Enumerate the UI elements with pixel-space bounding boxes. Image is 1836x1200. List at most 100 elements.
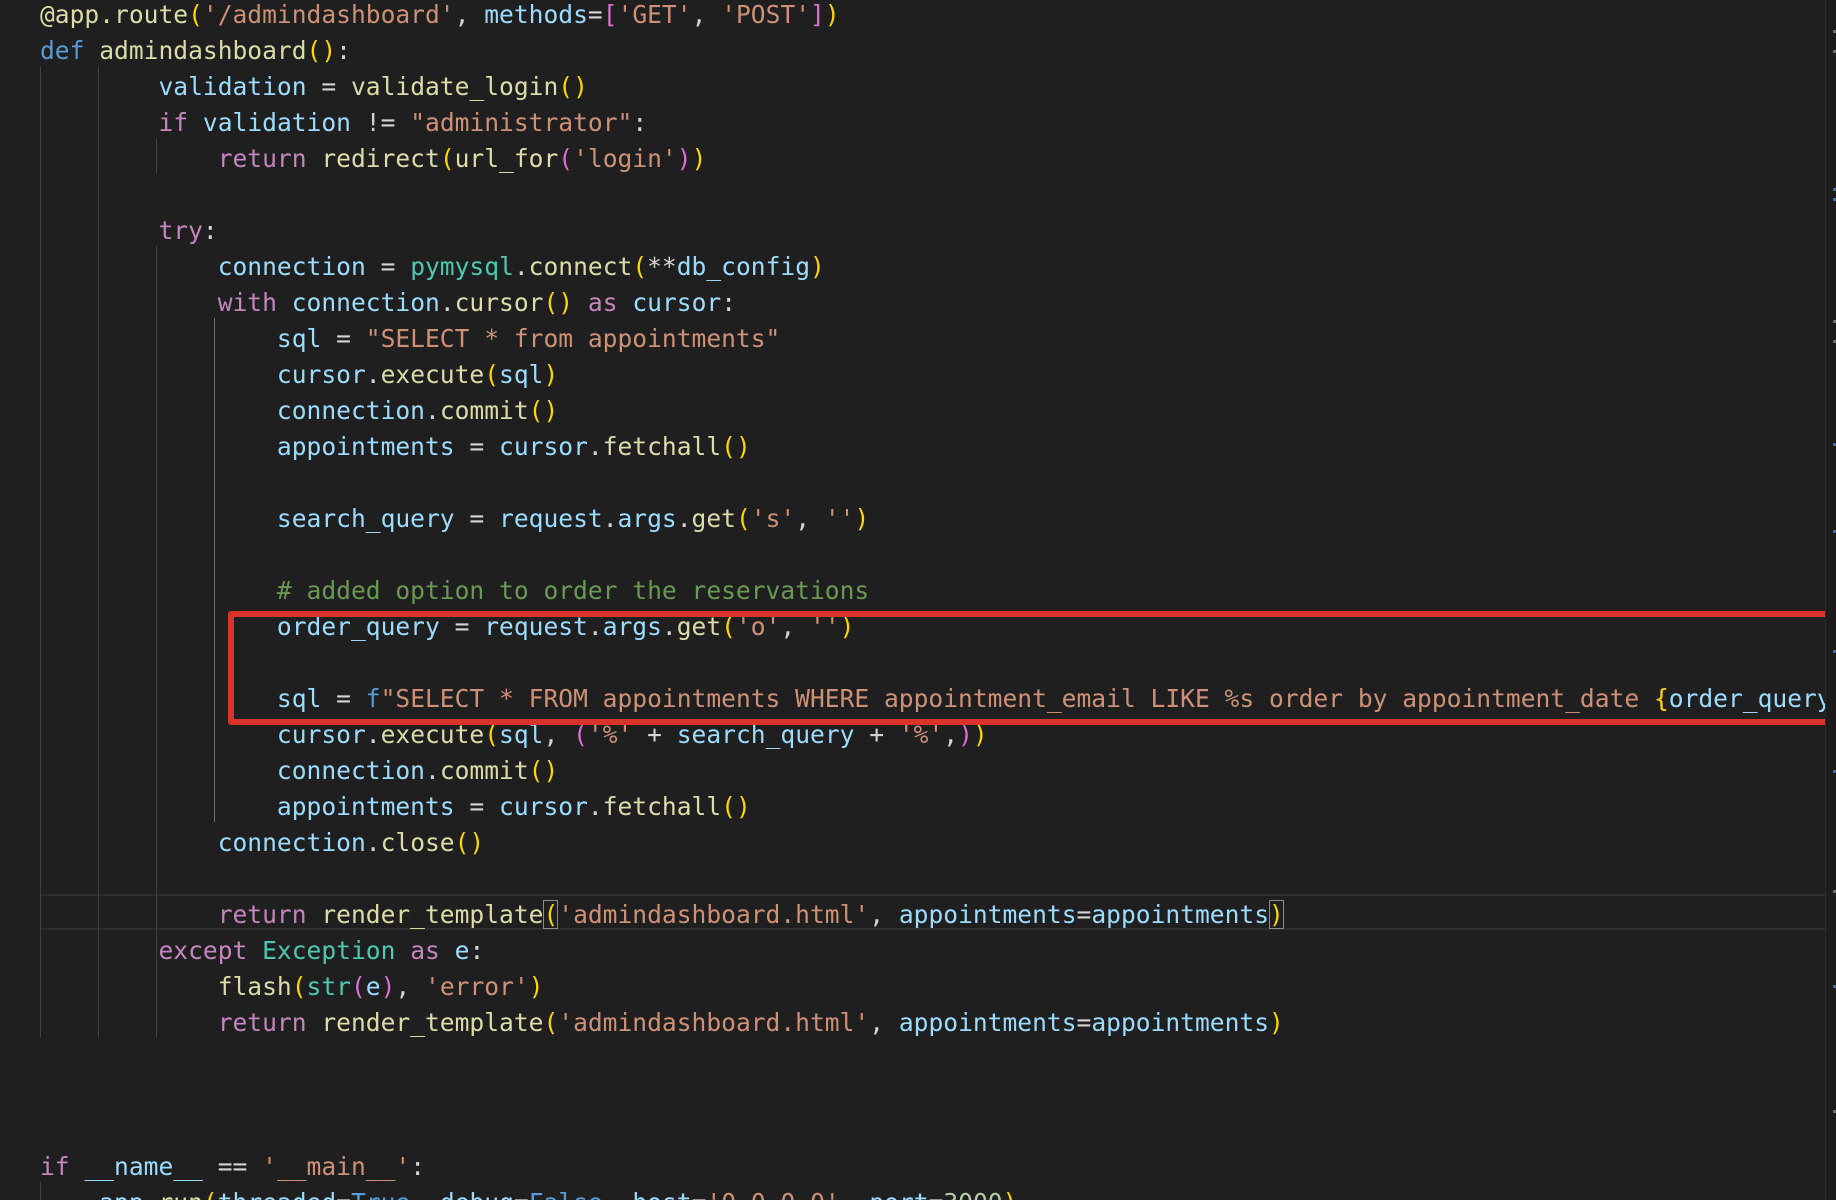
code-token: appointments bbox=[276, 432, 455, 461]
code-token: as bbox=[587, 288, 618, 317]
code-line[interactable]: sql = "SELECT * from appointments" bbox=[40, 321, 780, 357]
code-token: appointments bbox=[898, 900, 1077, 929]
code-token: 'admindashboard.html' bbox=[558, 900, 870, 929]
code-token: db_config bbox=[676, 252, 811, 281]
code-token: = bbox=[1076, 900, 1092, 929]
code-token: flash bbox=[217, 972, 292, 1001]
code-token: . bbox=[439, 288, 455, 317]
code-line[interactable]: connection.close() bbox=[40, 825, 485, 861]
code-line[interactable]: appointments = cursor.fetchall() bbox=[40, 789, 751, 825]
code-token: e bbox=[365, 972, 381, 1001]
code-token: , bbox=[869, 1008, 899, 1037]
code-line[interactable]: return redirect(url_for('login')) bbox=[40, 141, 707, 177]
code-token: != bbox=[350, 108, 411, 137]
code-token: "SELECT * from appointments" bbox=[365, 324, 781, 353]
code-token: commit bbox=[439, 756, 529, 785]
code-token: , bbox=[395, 972, 426, 1001]
code-line[interactable]: flash(str(e), 'error') bbox=[40, 969, 544, 1005]
code-token: return bbox=[217, 1008, 307, 1037]
code-token: = bbox=[365, 252, 411, 281]
code-line[interactable]: validation = validate_login() bbox=[40, 69, 588, 105]
code-token: sql bbox=[499, 360, 544, 389]
code-token: validation bbox=[158, 72, 307, 101]
code-token: '0.0.0.0' bbox=[706, 1188, 839, 1200]
code-token: = bbox=[321, 324, 366, 353]
code-token: ( bbox=[350, 972, 366, 1001]
code-line[interactable]: search_query = request.args.get('s', '') bbox=[40, 501, 869, 537]
code-token: ) bbox=[543, 360, 559, 389]
code-token: e bbox=[454, 936, 470, 965]
code-token: 'login' bbox=[573, 144, 677, 173]
code-token: 'error' bbox=[425, 972, 529, 1001]
code-token: connect bbox=[528, 252, 633, 281]
code-line[interactable]: with connection.cursor() as cursor: bbox=[40, 285, 736, 321]
code-token: . bbox=[587, 792, 603, 821]
code-token: run bbox=[158, 1188, 202, 1200]
code-token: connection bbox=[217, 828, 366, 857]
code-token: request bbox=[499, 504, 603, 533]
code-token: "administrator" bbox=[410, 108, 633, 137]
code-line[interactable]: connection.commit() bbox=[40, 753, 558, 789]
code-token: appointments bbox=[1091, 900, 1270, 929]
code-token: () bbox=[528, 396, 559, 425]
code-token: . bbox=[425, 756, 440, 785]
code-editor[interactable]: @app.route('/admindashboard', methods=['… bbox=[0, 0, 1836, 1200]
code-token: Exception bbox=[262, 936, 396, 965]
code-line[interactable]: return render_template('admindashboard.h… bbox=[40, 1005, 1284, 1041]
code-line[interactable]: return render_template('admindashboard.h… bbox=[40, 897, 1284, 933]
code-token: search_query bbox=[276, 504, 455, 533]
code-token: debug bbox=[440, 1188, 514, 1200]
code-line[interactable]: cursor.execute(sql) bbox=[40, 357, 558, 393]
code-token: . bbox=[513, 252, 529, 281]
code-line[interactable]: def admindashboard(): bbox=[40, 33, 351, 69]
code-line[interactable]: try: bbox=[40, 213, 217, 249]
code-token: : bbox=[336, 36, 351, 65]
code-line[interactable]: # added option to order the reservations bbox=[40, 573, 869, 609]
code-token: . bbox=[587, 432, 603, 461]
code-token: ) bbox=[380, 972, 396, 1001]
code-token: connection bbox=[217, 252, 366, 281]
code-token: '/admindashboard' bbox=[202, 0, 455, 29]
code-token: , bbox=[454, 0, 485, 29]
code-token: methods bbox=[484, 0, 588, 29]
code-token: , bbox=[840, 1188, 870, 1200]
code-token: url_for bbox=[454, 144, 559, 173]
code-line[interactable]: except Exception as e: bbox=[40, 933, 484, 969]
code-line[interactable]: if validation != "administrator": bbox=[40, 105, 647, 141]
code-token: False bbox=[529, 1188, 603, 1200]
code-line[interactable]: connection = pymysql.connect(**db_config… bbox=[40, 249, 825, 285]
code-line[interactable]: @app.route('/admindashboard', methods=['… bbox=[40, 0, 840, 33]
code-token: ( bbox=[484, 360, 500, 389]
code-line[interactable]: connection.commit() bbox=[40, 393, 558, 429]
code-token: : bbox=[632, 108, 648, 137]
vertical-scrollbar[interactable] bbox=[1825, 0, 1836, 1200]
code-token: . bbox=[676, 504, 692, 533]
code-line[interactable]: if __name__ == '__main__': bbox=[40, 1149, 425, 1185]
code-token: pymysql bbox=[410, 252, 514, 281]
code-token: : bbox=[721, 288, 736, 317]
code-line[interactable]: app.run(threaded=True, debug=False, host… bbox=[40, 1185, 1017, 1200]
code-token: ) bbox=[810, 252, 825, 281]
code-token: , bbox=[410, 1188, 440, 1200]
code-token: () bbox=[558, 72, 588, 101]
code-token: = bbox=[929, 1188, 944, 1200]
code-token: 'POST' bbox=[721, 0, 811, 29]
indent-guide bbox=[98, 66, 99, 1038]
code-token: try bbox=[158, 216, 203, 245]
code-token: host bbox=[632, 1188, 691, 1200]
code-line[interactable]: appointments = cursor.fetchall() bbox=[40, 429, 751, 465]
code-token: appointments bbox=[898, 1008, 1077, 1037]
code-token: 'GET' bbox=[617, 0, 692, 29]
